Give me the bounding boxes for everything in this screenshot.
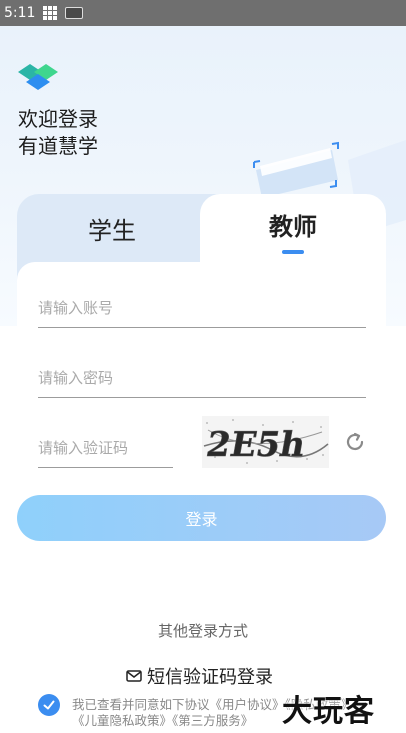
login-form-card xyxy=(17,262,386,722)
check-icon xyxy=(43,700,55,710)
login-button[interactable]: 登录 xyxy=(17,495,386,541)
tab-teacher[interactable]: 教师 xyxy=(200,194,386,266)
watermark: 大玩客 xyxy=(282,694,375,729)
mail-icon xyxy=(126,670,142,682)
agreement-checkbox[interactable] xyxy=(38,694,60,716)
status-time: 5:11 xyxy=(4,5,36,21)
account-placeholder: 请输入账号 xyxy=(38,299,114,317)
captcha-input[interactable]: 请输入验证码 xyxy=(38,428,173,468)
tab-active-indicator xyxy=(282,249,304,254)
captcha-text: 2E5h xyxy=(203,425,308,465)
status-bar: 5:11 xyxy=(0,0,406,26)
captcha-image[interactable]: 2E5h xyxy=(202,416,329,468)
welcome-title: 欢迎登录 有道慧学 xyxy=(18,106,98,160)
welcome-line2: 有道慧学 xyxy=(18,134,98,158)
login-button-label: 登录 xyxy=(185,510,218,529)
app-logo-icon xyxy=(18,64,58,90)
sms-login-label: 短信验证码登录 xyxy=(147,667,273,688)
tab-student-label: 学生 xyxy=(88,216,136,245)
welcome-line1: 欢迎登录 xyxy=(18,107,98,131)
password-input[interactable]: 请输入密码 xyxy=(38,358,366,398)
app-notification-icon xyxy=(65,7,84,19)
password-placeholder: 请输入密码 xyxy=(38,369,114,387)
refresh-captcha-icon[interactable] xyxy=(343,430,367,454)
sms-login-button[interactable]: 短信验证码登录 xyxy=(126,665,273,688)
other-login-title: 其他登录方式 xyxy=(157,622,248,640)
tab-student[interactable]: 学生 xyxy=(17,194,207,262)
captcha-placeholder: 请输入验证码 xyxy=(38,439,129,457)
account-input[interactable]: 请输入账号 xyxy=(38,288,366,328)
grid-icon xyxy=(43,6,58,20)
tab-teacher-label: 教师 xyxy=(269,212,317,241)
